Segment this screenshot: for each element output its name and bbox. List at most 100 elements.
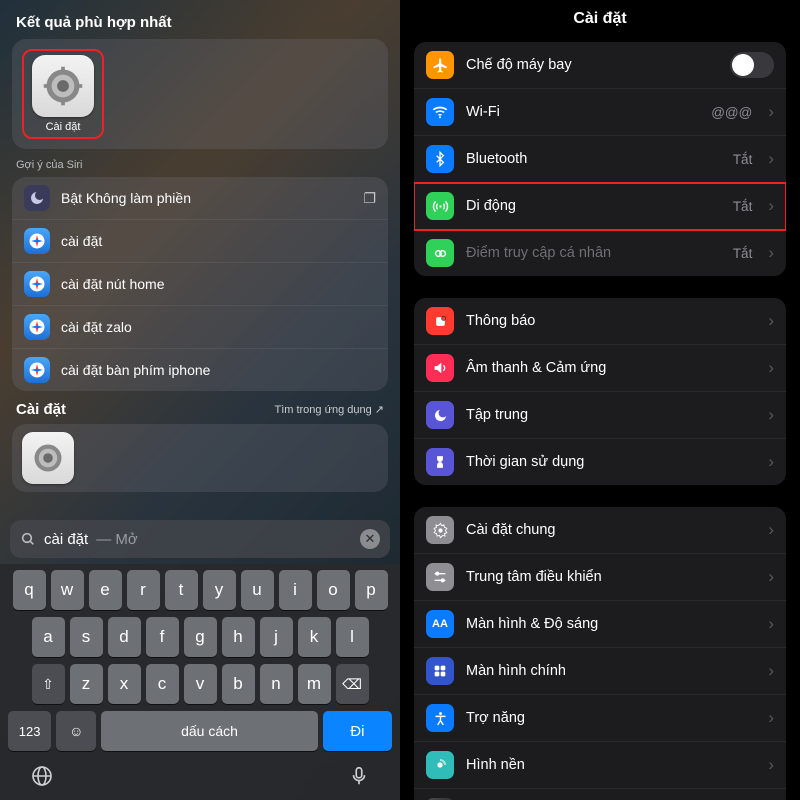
key-k[interactable]: k [298, 617, 331, 657]
key-e[interactable]: e [89, 570, 122, 610]
siri-suggestions-header: Gợi ý của Siri [0, 149, 400, 177]
settings-group-general: Cài đặt chung›Trung tâm điều khiển›AAMàn… [414, 507, 786, 800]
keyboard: qwertyuiop asdfghjkl ⇧ zxcvbnm⌫ 123 ☺ dấ… [0, 564, 400, 800]
shift-key[interactable]: ⇧ [32, 664, 65, 704]
row-label: Trung tâm điều khiển [466, 569, 752, 585]
key-t[interactable]: t [165, 570, 198, 610]
toggle[interactable] [730, 52, 774, 78]
dictation-icon[interactable] [348, 765, 370, 787]
row-label: Thời gian sử dụng [466, 454, 752, 470]
key-r[interactable]: r [127, 570, 160, 610]
key-q[interactable]: q [13, 570, 46, 610]
settings-row-bt[interactable]: BluetoothTắt› [414, 136, 786, 183]
chevron-right-icon: › [768, 311, 774, 331]
siri-suggestion[interactable]: cài đặt bàn phím iphone [12, 349, 388, 391]
suggestion-label: Bật Không làm phiền [61, 190, 191, 206]
backspace-key[interactable]: ⌫ [336, 664, 369, 704]
key-g[interactable]: g [184, 617, 217, 657]
clear-icon[interactable]: ✕ [360, 529, 380, 549]
row-label: Tập trung [466, 407, 752, 423]
settings-row-cc[interactable]: Trung tâm điều khiển › [414, 554, 786, 601]
emoji-key[interactable]: ☺ [56, 711, 96, 751]
key-s[interactable]: s [70, 617, 103, 657]
settings-row-access[interactable]: Trợ năng› [414, 695, 786, 742]
settings-title: Cài đặt [400, 0, 800, 42]
key-n[interactable]: n [260, 664, 293, 704]
chevron-right-icon: › [768, 405, 774, 425]
settings-row-general[interactable]: Cài đặt chung› [414, 507, 786, 554]
settings-row-home[interactable]: Màn hình chính › [414, 648, 786, 695]
row-label: Di động [466, 198, 721, 214]
settings-row-sound[interactable]: Âm thanh & Cảm ứng› [414, 345, 786, 392]
chevron-right-icon: › [768, 567, 774, 587]
space-key[interactable]: dấu cách [101, 711, 317, 751]
key-y[interactable]: y [203, 570, 236, 610]
siri-suggestion[interactable]: cài đặt zalo [12, 306, 388, 349]
search-in-app-link[interactable]: Tìm trong ứng dụng ↗ [274, 403, 384, 416]
chevron-right-icon: › [768, 358, 774, 378]
chevron-right-icon: › [768, 661, 774, 681]
key-l[interactable]: l [336, 617, 369, 657]
safari-icon [24, 314, 50, 340]
key-v[interactable]: v [184, 664, 217, 704]
key-u[interactable]: u [241, 570, 274, 610]
focus-icon [426, 401, 454, 429]
key-a[interactable]: a [32, 617, 65, 657]
settings-group-connectivity: Chế độ máy bayWi-Fi@@@›BluetoothTắt›Di đ… [414, 42, 786, 276]
key-d[interactable]: d [108, 617, 141, 657]
best-match-app-tile[interactable]: Cài đặt [22, 49, 104, 139]
settings-row-wall[interactable]: Hình nền› [414, 742, 786, 789]
suggestion-label: cài đặt bàn phím iphone [61, 362, 210, 378]
bt-icon [426, 145, 454, 173]
key-f[interactable]: f [146, 617, 179, 657]
siri-suggestions-list: Bật Không làm phiền❐ cài đặt cài đặt nút h… [12, 177, 388, 391]
chevron-right-icon: › [768, 102, 774, 122]
settings-row-hotspot[interactable]: Điểm truy cập cá nhânTắt› [414, 230, 786, 276]
siri-suggestion[interactable]: cài đặt nút home [12, 263, 388, 306]
settings-row-plane[interactable]: Chế độ máy bay [414, 42, 786, 89]
search-input[interactable]: cài đặt — Mở ✕ [10, 520, 390, 558]
safari-icon [24, 228, 50, 254]
key-x[interactable]: x [108, 664, 141, 704]
key-i[interactable]: i [279, 570, 312, 610]
app-section-header: Cài đặt Tìm trong ứng dụng ↗ [0, 391, 400, 424]
row-label: Trợ năng [466, 710, 752, 726]
moon-icon [24, 185, 50, 211]
settings-app-icon [22, 432, 74, 484]
key-c[interactable]: c [146, 664, 179, 704]
key-w[interactable]: w [51, 570, 84, 610]
key-h[interactable]: h [222, 617, 255, 657]
key-p[interactable]: p [355, 570, 388, 610]
key-m[interactable]: m [298, 664, 331, 704]
settings-row-screen[interactable]: Thời gian sử dụng › [414, 439, 786, 485]
numeric-key[interactable]: 123 [8, 711, 51, 751]
globe-icon[interactable] [30, 764, 54, 788]
siri-suggestion[interactable]: Bật Không làm phiền❐ [12, 177, 388, 220]
chevron-right-icon: › [768, 520, 774, 540]
settings-row-notif[interactable]: Thông báo› [414, 298, 786, 345]
settings-row-wifi[interactable]: Wi-Fi @@@ › [414, 89, 786, 136]
suggestion-label: cài đặt [61, 233, 102, 249]
siri-suggestion[interactable]: cài đặt [12, 220, 388, 263]
chevron-right-icon: › [768, 614, 774, 634]
settings-row-cell[interactable]: Di độngTắt› [414, 183, 786, 230]
row-label: Màn hình chính [466, 663, 752, 679]
suggestion-label: cài đặt zalo [61, 319, 132, 335]
row-label: Wi-Fi [466, 104, 699, 120]
hotspot-icon [426, 239, 454, 267]
key-b[interactable]: b [222, 664, 255, 704]
row-label: Màn hình & Độ sáng [466, 616, 752, 632]
app-section-card[interactable] [12, 424, 388, 492]
key-o[interactable]: o [317, 570, 350, 610]
row-value: @@@ [711, 105, 752, 120]
settings-row-display[interactable]: AAMàn hình & Độ sáng› [414, 601, 786, 648]
chevron-right-icon: › [768, 452, 774, 472]
key-j[interactable]: j [260, 617, 293, 657]
row-label: Điểm truy cập cá nhân [466, 245, 721, 261]
go-key[interactable]: Đi [323, 711, 392, 751]
settings-row-siri[interactable]: Siri & Tìm kiếm› [414, 789, 786, 800]
key-z[interactable]: z [70, 664, 103, 704]
chevron-right-icon: › [768, 243, 774, 263]
spotlight-pane: Kết quả phù hợp nhất Cài đặt Gợi ý của S… [0, 0, 400, 800]
settings-row-focus[interactable]: Tập trung › [414, 392, 786, 439]
